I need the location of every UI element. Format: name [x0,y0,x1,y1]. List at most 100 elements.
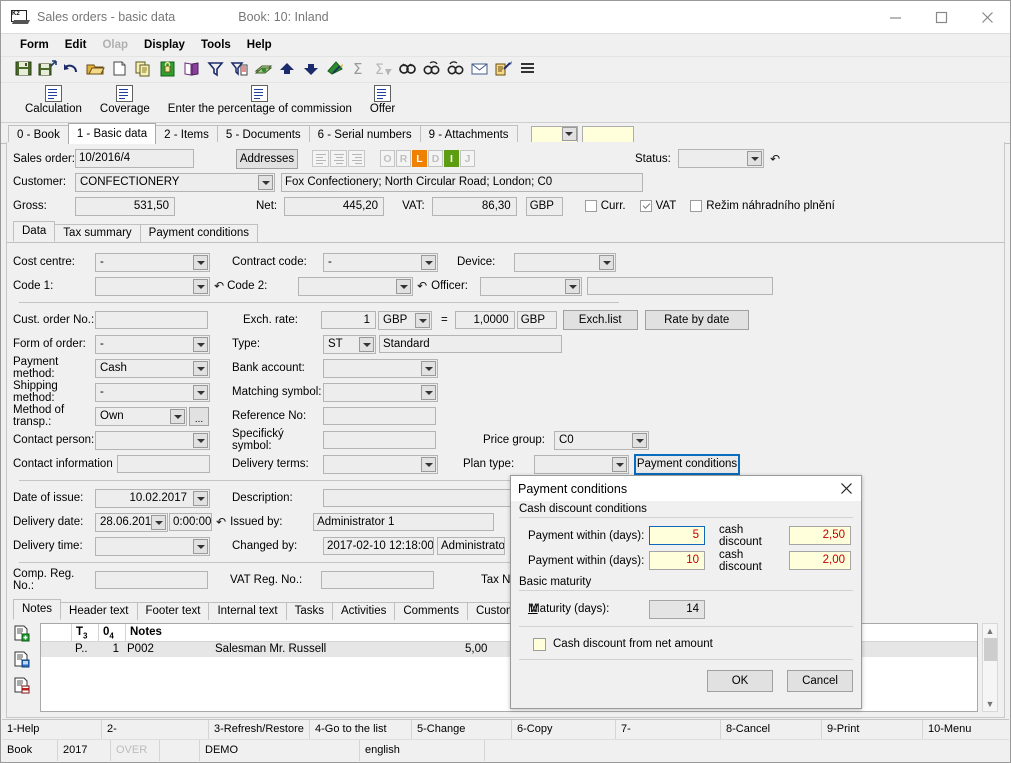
customer-combo[interactable]: CONFECTIONERY [75,172,275,192]
chevron-down-icon[interactable] [193,432,208,448]
cash-discount-net-checkbox-box[interactable] [533,637,546,651]
notes-tab-footer-text[interactable]: Footer text [136,602,210,620]
edit-note-icon[interactable] [14,651,40,671]
delete-note-icon[interactable] [14,677,40,697]
code1-combo[interactable] [95,276,210,296]
chevron-down-icon[interactable] [415,312,430,328]
chevron-down-icon[interactable] [359,336,374,352]
menu-item-display[interactable]: Display [136,37,193,53]
find-prev-icon[interactable] [446,60,467,79]
exch-rate-currency-combo[interactable]: GBP [378,310,432,330]
subtab-data[interactable]: Data [13,221,56,242]
chevron-down-icon[interactable] [170,408,185,424]
form-of-order-combo[interactable]: - [95,334,210,354]
close-icon[interactable] [964,2,1010,33]
matching-symbol-combo[interactable] [323,382,438,402]
undo-icon[interactable] [62,60,83,79]
vat-value[interactable]: 86,30 [431,196,517,216]
coverage-button[interactable]: Coverage [94,85,156,120]
subtab-tax-summary[interactable]: Tax summary [54,224,141,242]
menu-item-edit[interactable]: Edit [57,37,95,53]
notes-scrollbar[interactable]: ▲ ▼ [982,623,998,712]
chevron-down-icon[interactable] [258,174,273,190]
notes-tab-activities[interactable]: Activities [331,602,396,620]
delivery-terms-combo[interactable] [323,454,438,474]
net-value[interactable]: 445,20 [284,196,385,216]
delivery-date-reset-icon[interactable]: ↷ [216,515,226,529]
specificky-symbol-input[interactable] [323,431,436,449]
scrollbar-thumb[interactable] [983,638,997,661]
contract-code-combo[interactable]: - [323,252,438,272]
close-icon[interactable] [831,477,861,501]
fkey-2[interactable]: 2- [102,720,209,740]
status-letter-j[interactable]: J [460,150,475,167]
calculation-button[interactable]: Calculation [19,85,88,120]
notes-tab-header-text[interactable]: Header text [60,602,138,620]
add-note-icon[interactable] [14,625,40,645]
chevron-down-icon[interactable] [421,254,436,270]
filter-icon[interactable] [206,60,227,79]
move-up-icon[interactable] [278,60,299,79]
tab-basic-data[interactable]: 1 - Basic data [67,123,157,144]
chevron-down-icon[interactable] [421,456,436,472]
rate-by-date-button[interactable]: Rate by date [644,310,749,330]
scroll-down-icon[interactable]: ▼ [986,697,995,711]
book-icon[interactable] [182,60,203,79]
subtab-payment-conditions[interactable]: Payment conditions [139,224,259,242]
chevron-down-icon[interactable] [565,278,581,294]
status-reset-icon[interactable]: ↷ [770,152,780,166]
fkey-1-help[interactable]: 1-Help [2,720,102,740]
copy-icon[interactable] [134,60,155,79]
regime-checkbox[interactable]: Režim náhradního plnění [690,200,835,212]
minimize-icon[interactable] [872,2,918,33]
exch-rate-input[interactable]: 1 [321,311,376,329]
status-letter-o[interactable]: O [380,150,395,167]
filter-list-icon[interactable] [230,60,251,79]
vat-checkbox[interactable]: VAT [639,200,676,212]
cost-centre-combo[interactable]: - [95,252,210,272]
fkey-3-refresh[interactable]: 3-Refresh/Restore [209,720,310,740]
contact-person-combo[interactable] [95,430,210,450]
commission-percentage-button[interactable]: Enter the percentage of commission [162,85,358,120]
sum-filtered-icon[interactable]: Σ [374,60,395,79]
gross-value[interactable]: 531,50 [75,196,175,216]
sales-order-input[interactable]: 10/2016/4 [75,149,194,168]
chevron-down-icon[interactable] [193,490,208,506]
type-code-combo[interactable]: ST [323,334,376,354]
maximize-icon[interactable] [918,2,964,33]
fkey-10-menu[interactable]: 10-Menu [923,720,1009,740]
menu-item-tools[interactable]: Tools [193,37,239,53]
ok-button[interactable]: OK [707,670,773,692]
menu-item-form[interactable]: Form [12,37,57,53]
fkey-5-change[interactable]: 5-Change [412,720,512,740]
chevron-down-icon[interactable] [632,432,647,448]
status-letter-l[interactable]: L [412,150,427,167]
fkey-6-copy[interactable]: 6-Copy [512,720,616,740]
officer-extra-field[interactable] [587,277,774,295]
notes-tab-internal-text[interactable]: Internal text [208,602,287,620]
date-of-issue-combo[interactable]: 10.02.2017 [95,488,210,508]
money-icon[interactable] [254,60,275,79]
find-icon[interactable] [398,60,419,79]
cash-discount-2-input[interactable]: 2,00 [789,551,851,570]
chevron-down-icon[interactable] [746,151,762,166]
bank-account-combo[interactable] [323,358,438,378]
chevron-down-icon[interactable] [151,514,166,530]
chevron-down-icon[interactable] [599,254,614,270]
align-right-icon[interactable] [348,150,365,167]
cash-discount-net-checkbox[interactable]: Cash discount from net amount [519,632,853,656]
chevron-down-icon[interactable] [421,384,436,400]
lock-icon[interactable] [158,60,179,79]
align-left-icon[interactable] [312,150,329,167]
notes-tab-comments[interactable]: Comments [394,602,468,620]
offer-button[interactable]: Offer [364,85,401,120]
menu-icon[interactable] [518,60,539,79]
curr-checkbox-box[interactable] [584,200,597,212]
find-next-icon[interactable] [422,60,443,79]
plan-type-combo[interactable] [534,454,629,474]
payment-within-2-input[interactable]: 10 [649,551,705,570]
fkey-4-go-to-list[interactable]: 4-Go to the list [310,720,412,740]
edit-note-icon[interactable] [494,60,515,79]
fkey-9-print[interactable]: 9-Print [822,720,923,740]
chevron-down-icon[interactable] [396,278,412,294]
